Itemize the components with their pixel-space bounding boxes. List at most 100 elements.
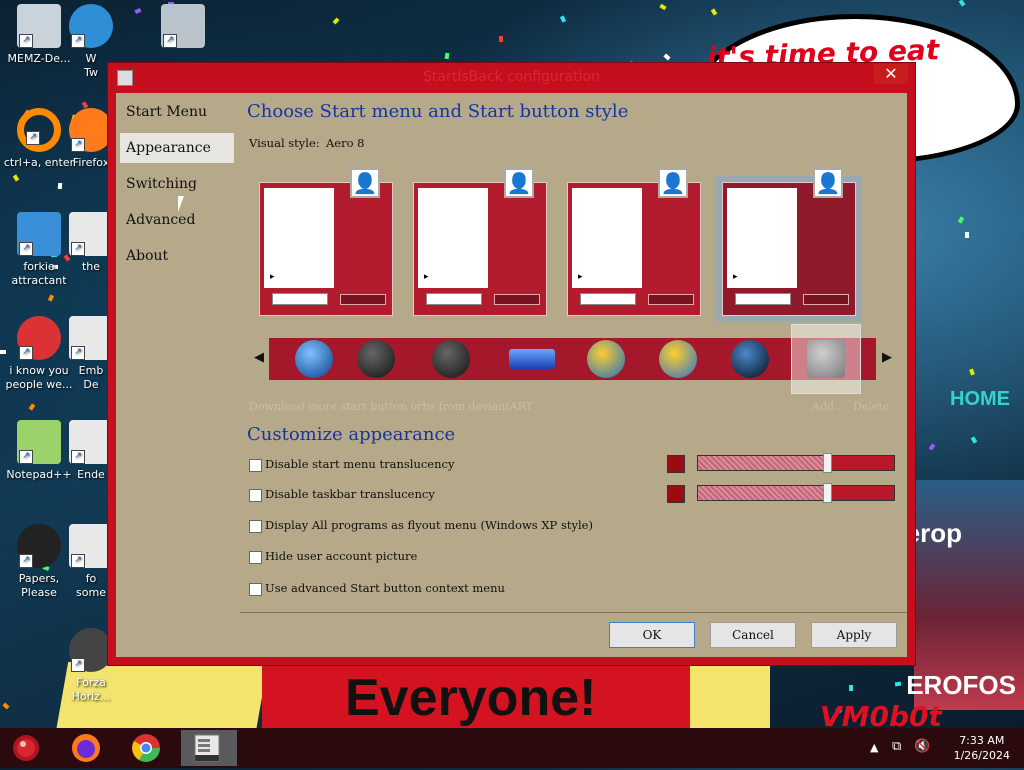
nav-switching[interactable]: Switching (120, 169, 234, 199)
window-title: StartIsBack configuration (423, 69, 600, 85)
network-icon[interactable]: ⧉ (892, 739, 901, 754)
start-style-thumbnail[interactable]: ▸ 👤 (716, 168, 862, 322)
start-orb-option[interactable] (357, 340, 395, 378)
shortcut-arrow-icon: ↗ (19, 346, 33, 360)
desktop-icon[interactable]: ↗ Notepad++ (0, 420, 78, 482)
clock[interactable]: 7:33 AM 1/26/2024 (954, 733, 1010, 763)
disable-menu-translucency-checkbox[interactable] (249, 459, 262, 472)
shortcut-arrow-icon: ↗ (19, 34, 33, 48)
thumb-arrow-icon: ▸ (424, 272, 429, 282)
start-orb-option[interactable] (509, 349, 555, 369)
client-area: Start Menu Appearance Switching Advanced… (116, 93, 907, 657)
disable-taskbar-translucency-label[interactable]: Disable taskbar translucency (265, 487, 435, 501)
menu-translucency-slider[interactable] (697, 453, 895, 473)
start-orb-option[interactable] (659, 340, 697, 378)
start-style-thumbnail[interactable]: ▸ 👤 (567, 168, 701, 316)
desktop-icon-label: i know you people we... (5, 364, 73, 391)
user-avatar-icon: 👤 (504, 168, 534, 198)
apply-button[interactable]: Apply (811, 622, 897, 648)
nav-appearance[interactable]: Appearance (120, 133, 234, 163)
papers-please-icon: ↗ (17, 524, 61, 568)
edge-icon: ↗ (69, 4, 113, 48)
window-stack-icon: ↗ (161, 4, 205, 48)
thumb-arrow-icon: ▸ (270, 272, 275, 282)
confetti-piece (894, 681, 902, 687)
ok-button[interactable]: OK (609, 622, 695, 648)
start-orb-option[interactable] (587, 340, 625, 378)
delete-orb-button[interactable]: Delete (853, 400, 889, 413)
shortcut-arrow-icon: ↗ (163, 34, 177, 48)
confetti-piece (663, 53, 671, 61)
flyout-menu-checkbox[interactable] (249, 520, 262, 533)
sign-erofos: EROFOS (906, 670, 1016, 700)
sign-home: HOME (950, 388, 1010, 410)
confetti-piece (957, 216, 965, 224)
confetti-piece (849, 685, 853, 691)
start-orb-option[interactable] (807, 340, 845, 378)
hide-user-picture-label[interactable]: Hide user account picture (265, 549, 417, 563)
recycle-bin-icon: ↗ (17, 4, 61, 48)
thumb-arrow-icon: ▸ (733, 272, 738, 282)
disable-menu-translucency-label[interactable]: Disable start menu translucency (265, 457, 454, 471)
menu-color-swatch[interactable] (667, 455, 685, 473)
confetti-piece (28, 403, 36, 411)
nav-about[interactable]: About (120, 241, 234, 271)
shortcut-arrow-icon: ↗ (19, 554, 33, 568)
flyout-menu-label[interactable]: Display All programs as flyout menu (Win… (265, 518, 593, 532)
taskbar-translucency-slider[interactable] (697, 483, 895, 503)
desktop-icon[interactable]: ↗ (152, 4, 214, 52)
nav-start-menu[interactable]: Start Menu (120, 97, 234, 127)
start-orb-option[interactable] (432, 340, 470, 378)
menu-slider-knob[interactable] (823, 453, 832, 473)
title-bar[interactable]: StartIsBack configuration ✕ (108, 63, 915, 93)
start-style-thumbnail[interactable]: ▸ 👤 (259, 168, 393, 316)
desktop-icon[interactable]: ↗ forkie attractant (0, 212, 78, 288)
confetti-piece (444, 52, 450, 60)
shortcut-arrow-icon: ↗ (71, 658, 85, 672)
orb-prev-button[interactable]: ◀ (254, 350, 264, 365)
confetti-piece (57, 182, 63, 190)
desktop-icon[interactable]: ↗ Papers, Please (0, 524, 78, 600)
visual-style-label: Visual style: (249, 136, 320, 150)
thumb-shutdown-button (340, 294, 386, 305)
advanced-context-menu-label[interactable]: Use advanced Start button context menu (265, 581, 505, 595)
button-separator (240, 612, 907, 613)
tray-chevron-up-icon[interactable]: ▲ (870, 741, 878, 754)
menu-slider-fill (698, 456, 827, 470)
hide-user-picture-checkbox[interactable] (249, 551, 262, 564)
advanced-context-menu-checkbox[interactable] (249, 583, 262, 596)
add-orb-button[interactable]: Add... (812, 400, 845, 413)
start-orb-icon[interactable] (2, 730, 50, 766)
close-button[interactable]: ✕ (874, 64, 908, 84)
confetti-piece (710, 8, 718, 16)
thumb-shutdown-button (803, 294, 849, 305)
confetti-piece (964, 231, 970, 239)
visual-style-value: Aero 8 (326, 136, 365, 150)
meme-bottom-text: Everyone! (345, 669, 597, 727)
taskbar-startisback-icon[interactable] (181, 730, 237, 766)
volume-muted-icon[interactable]: 🔇 (914, 739, 930, 754)
download-orbs-link[interactable]: Download more start button orbs from dev… (249, 400, 533, 413)
taskbar-color-swatch[interactable] (667, 485, 685, 503)
taskbar-slider-knob[interactable] (823, 483, 832, 503)
nav-advanced[interactable]: Advanced (120, 205, 234, 235)
meme-yellow-right (690, 662, 770, 732)
taskbar-slider-fill (698, 486, 827, 500)
notepad-icon: ↗ (17, 420, 61, 464)
cancel-button[interactable]: Cancel (710, 622, 796, 648)
start-orb-option[interactable] (731, 340, 769, 378)
confetti-piece (969, 368, 975, 376)
taskbar: ▲ ⧉ 🔇 7:33 AM 1/26/2024 (0, 728, 1024, 768)
chrome-icon: ↗ (17, 316, 61, 360)
start-style-heading: Choose Start menu and Start button style (247, 101, 629, 122)
start-style-thumbnail[interactable]: ▸ 👤 (413, 168, 547, 316)
confetti-piece (498, 35, 504, 43)
desktop-icon[interactable]: ↗ i know you people we... (0, 316, 78, 392)
orb-next-button[interactable]: ▶ (882, 350, 892, 365)
confetti-piece (12, 174, 20, 182)
taskbar-chrome-icon[interactable] (122, 730, 170, 766)
taskbar-firefox-icon[interactable] (62, 730, 110, 766)
disable-taskbar-translucency-checkbox[interactable] (249, 489, 262, 502)
thumb-arrow-icon: ▸ (578, 272, 583, 282)
start-orb-option[interactable] (295, 340, 333, 378)
